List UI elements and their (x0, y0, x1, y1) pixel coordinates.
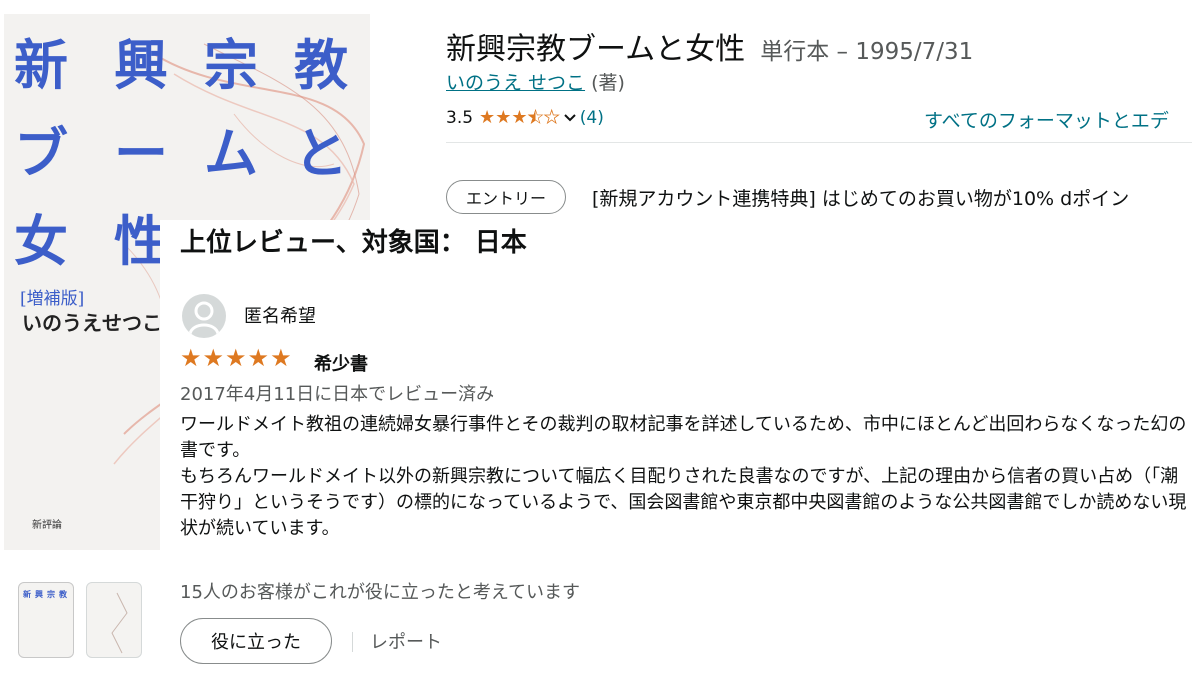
cover-edition: [増補版] (20, 289, 85, 309)
review-date: 2017年4月11日に日本でレビュー済み (180, 384, 495, 405)
cover-title-char: 女 (14, 209, 68, 273)
cover-title-char: 宗 (204, 33, 258, 97)
thumbnail-1[interactable]: 新 興 宗 教 (18, 582, 74, 658)
thumbnail-2[interactable] (86, 582, 142, 658)
rating-count-link[interactable]: (4) (580, 108, 604, 128)
divider (446, 142, 1192, 143)
rating-value: 3.5 (446, 108, 474, 128)
divider (352, 632, 353, 652)
product-binding: 単行本 – 1995/7/31 (760, 39, 974, 65)
report-link[interactable]: レポート (370, 628, 442, 654)
chevron-down-icon[interactable] (564, 112, 576, 124)
cover-title-char: 興 (114, 33, 168, 97)
entry-button[interactable]: エントリー (446, 180, 566, 214)
star-full-icon: ★ (180, 344, 202, 372)
author-link[interactable]: いのうえ せつこ (446, 72, 585, 94)
cover-title-char: ー (114, 121, 168, 185)
cover-title-char: 教 (294, 33, 348, 97)
cover-author: いのうえせつこ (22, 311, 162, 335)
review-section-heading: 上位レビュー、対象国： 日本 (180, 228, 527, 258)
review-title[interactable]: 希少書 (314, 350, 368, 376)
review-body: ワールドメイト教祖の連続婦女暴行事件とその裁判の取材記事を詳述しているため、市中… (180, 412, 1192, 542)
helpful-button[interactable]: 役に立った (180, 618, 332, 664)
product-title-line: 新興宗教ブームと女性 単行本 – 1995/7/31 (446, 24, 973, 68)
star-full-icon: ★ (270, 344, 292, 372)
avatar (182, 294, 226, 338)
reviewer-name[interactable]: 匿名希望 (244, 302, 316, 328)
rating-stars[interactable]: ★ ★ ★ ★ ★ (479, 107, 560, 128)
star-empty-icon: ★ (543, 107, 560, 128)
thumbnail-title-mark: 教 (59, 590, 67, 599)
star-full-icon: ★ (202, 344, 225, 372)
rating-row: 3.5 ★ ★ ★ ★ ★ (4) (446, 108, 604, 128)
top-review-panel: 上位レビュー、対象国： 日本 匿名希望 ★ ★ ★ ★ ★ 希少書 2017年4… (160, 220, 1192, 684)
star-half-icon: ★ (527, 107, 544, 128)
helpful-count: 15人のお客様がこれが役に立ったと考えています (180, 582, 581, 603)
cover-publisher: 新評論 (32, 520, 62, 531)
user-icon (188, 301, 220, 335)
promo-text: [新規アカウント連携特典] はじめてのお買い物が10% dポイン (592, 188, 1130, 210)
cover-title-char: ブ (14, 121, 68, 185)
thumbnail-title-mark: 興 (35, 590, 43, 599)
star-full-icon: ★ (247, 344, 270, 372)
review-paragraph: ワールドメイト教祖の連続婦女暴行事件とその裁判の取材記事を詳述しているため、市中… (180, 414, 1187, 461)
author-role: (著) (591, 72, 625, 94)
star-full-icon: ★ (495, 107, 512, 128)
cover-title-char: と (294, 121, 348, 185)
thumbnail-back-illustration (111, 592, 128, 654)
thumbnail-title-mark: 宗 (47, 590, 55, 599)
thumbnail-title-mark: 新 (23, 590, 31, 599)
all-formats-link[interactable]: すべてのフォーマットとエデ (924, 106, 1169, 133)
star-full-icon: ★ (225, 344, 247, 372)
cover-title-char: ム (204, 121, 258, 185)
review-stars: ★ ★ ★ ★ ★ (180, 346, 293, 370)
star-full-icon: ★ (511, 107, 528, 128)
review-paragraph: もちろんワールドメイト以外の新興宗教について幅広く目配りされた良書なのですが、上… (180, 466, 1187, 539)
cover-title-char: 新 (14, 33, 68, 97)
byline: いのうえ せつこ (著) (446, 68, 625, 95)
star-full-icon: ★ (479, 107, 496, 128)
product-title: 新興宗教ブームと女性 (446, 32, 746, 67)
